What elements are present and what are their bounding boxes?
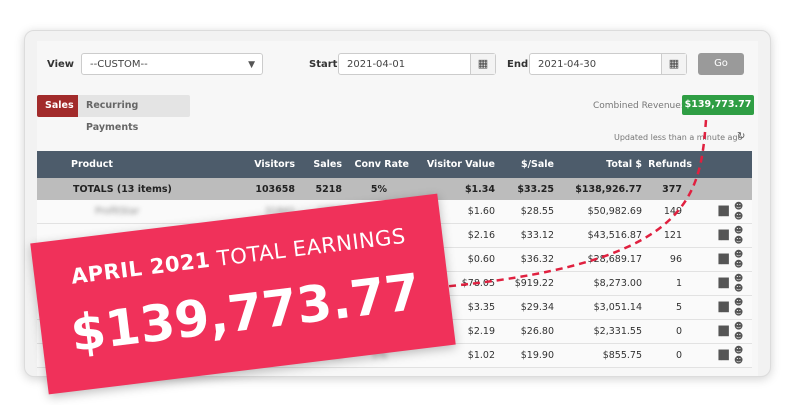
dashed-arrow-line	[429, 119, 708, 290]
banner-title-earnings: TOTAL EARNINGS	[215, 223, 407, 271]
banner-title-month: APRIL 2021	[69, 247, 212, 289]
